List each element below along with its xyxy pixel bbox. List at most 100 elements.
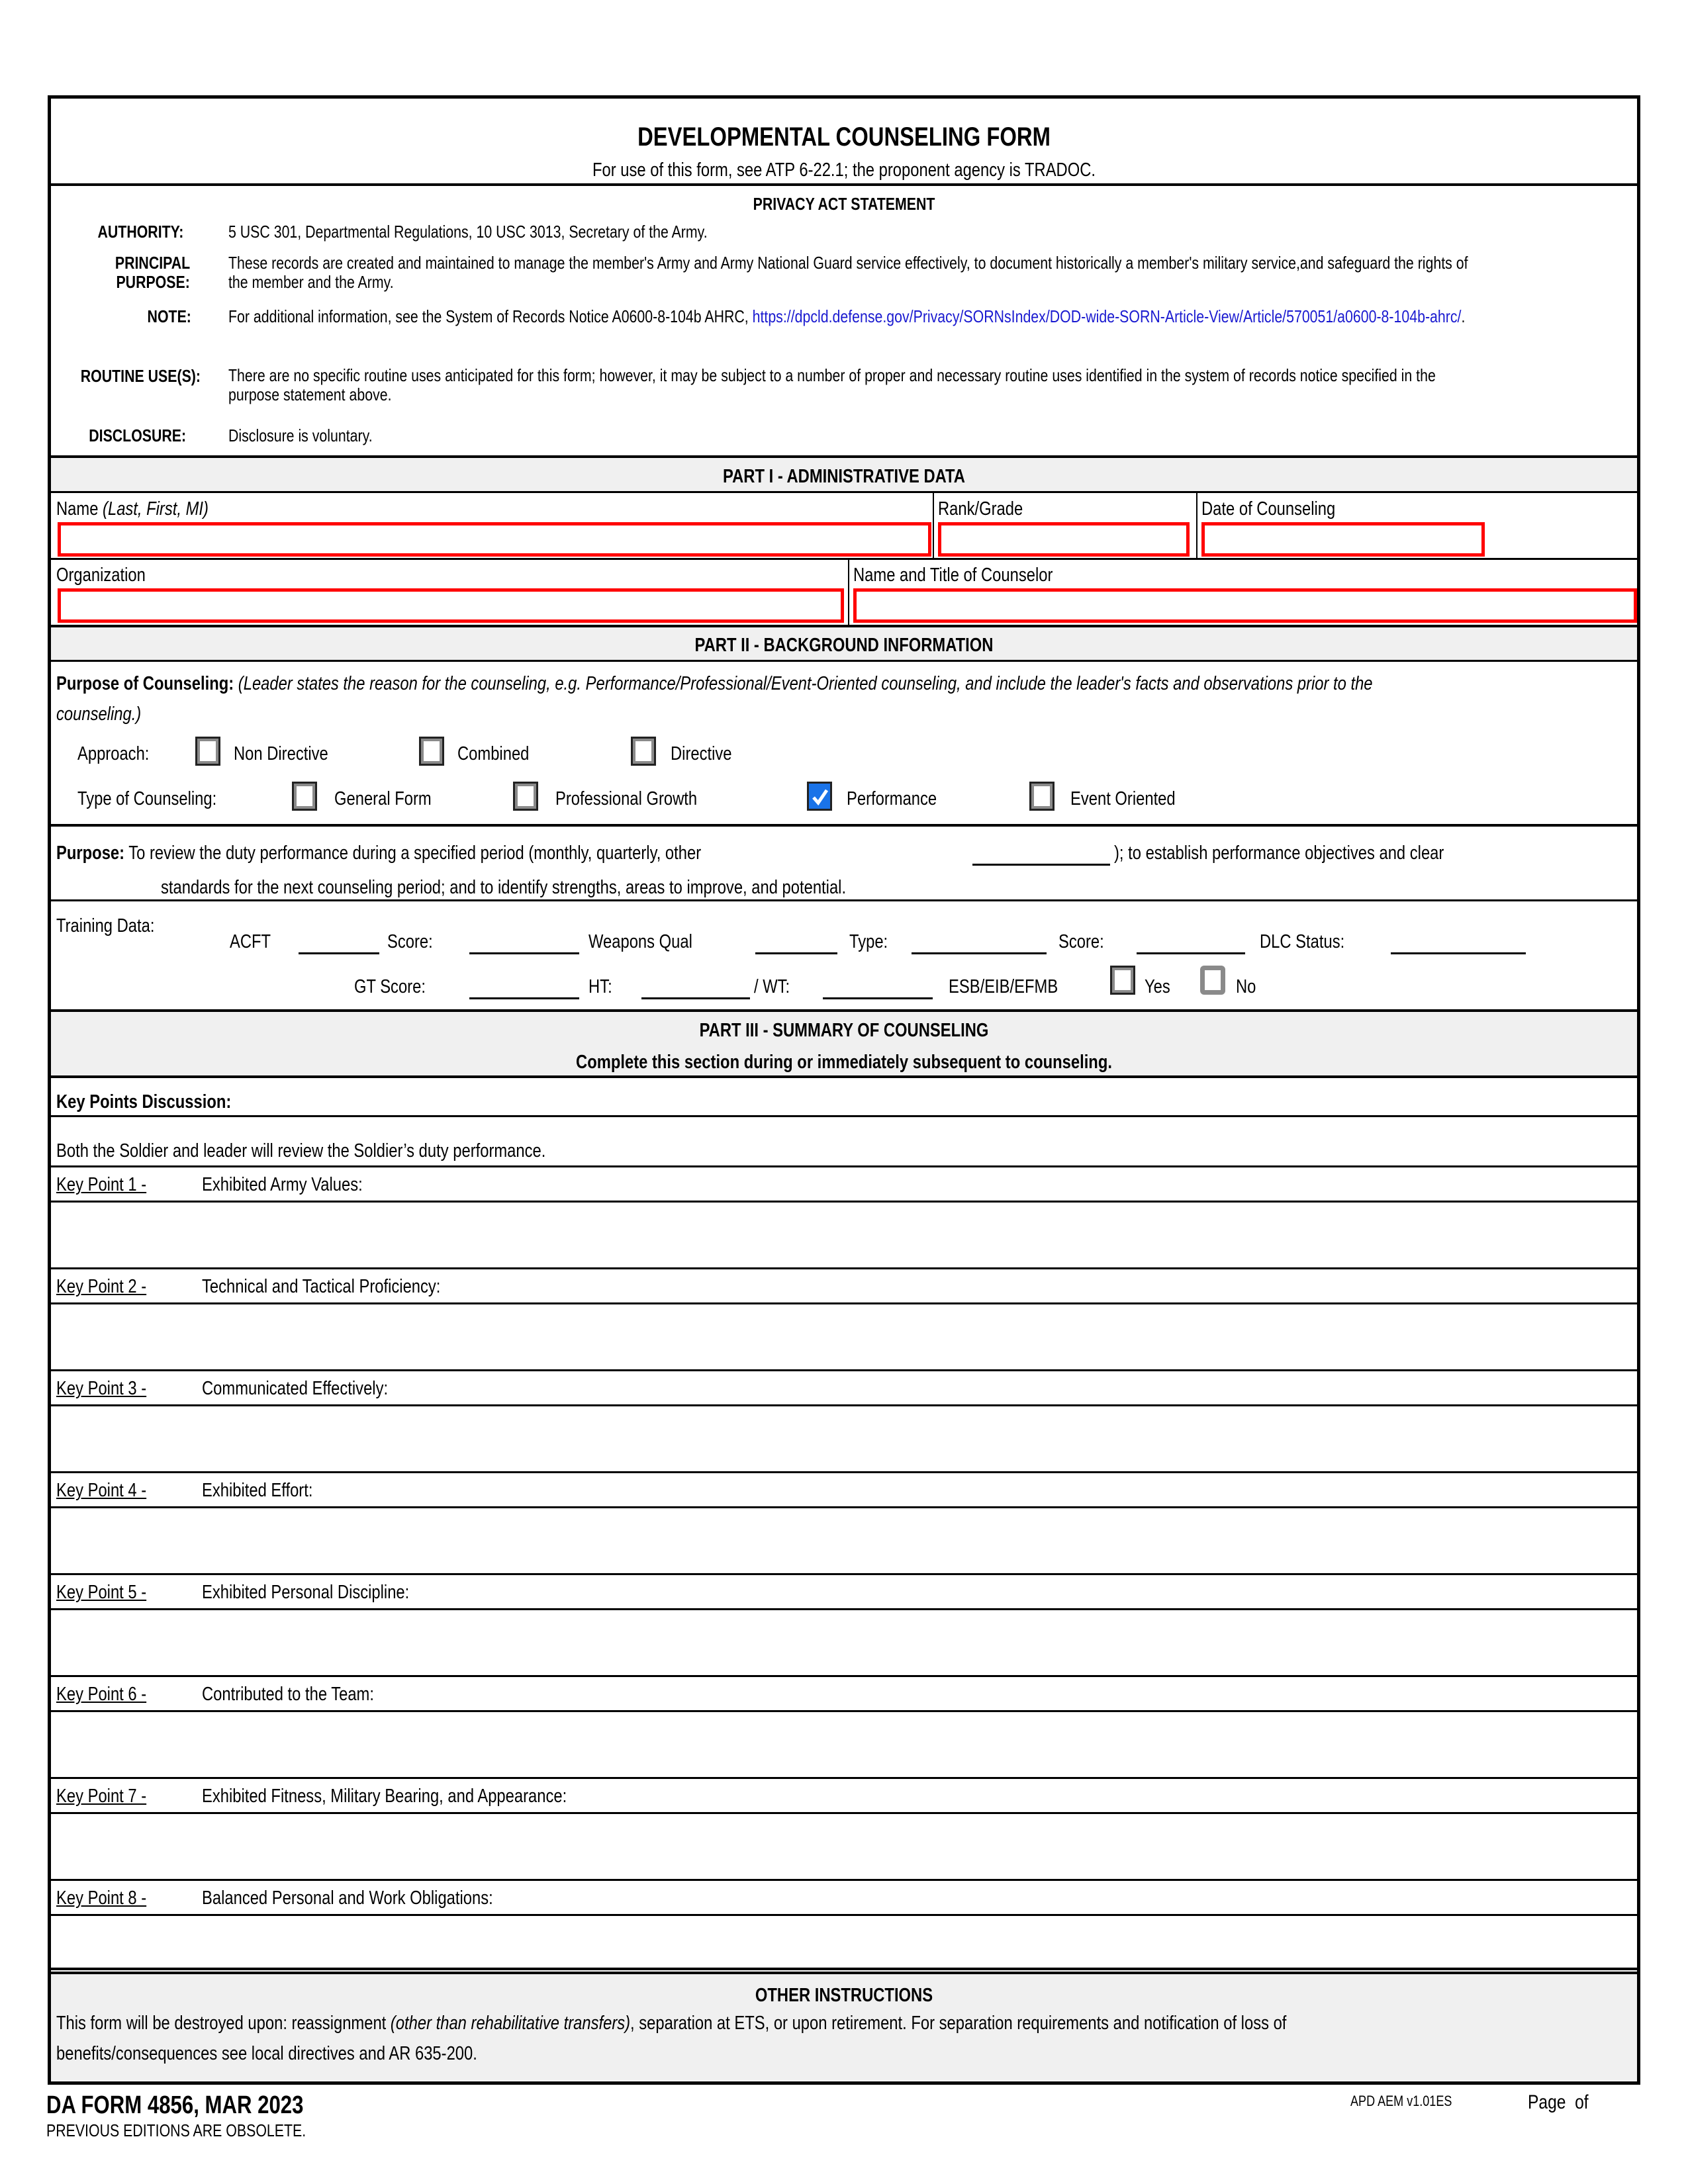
- version-label: APD AEM v1.01ES: [1350, 2093, 1452, 2109]
- rank-grade-input[interactable]: [938, 522, 1190, 557]
- dlc-status-input[interactable]: [1391, 952, 1526, 954]
- organization-label: Organization: [56, 565, 146, 586]
- esb-no-checkbox[interactable]: [1200, 966, 1225, 995]
- performance-checkbox[interactable]: [807, 782, 832, 811]
- divider: [848, 560, 849, 625]
- divider: [51, 558, 1637, 560]
- key-points-discussion-label: Key Points Discussion:: [56, 1091, 232, 1113]
- key-point-input[interactable]: [51, 1508, 1637, 1573]
- divider: [51, 899, 1637, 901]
- weight-label: / WT:: [754, 976, 790, 997]
- key-point-input[interactable]: [51, 1203, 1637, 1267]
- training-data-label: Training Data:: [56, 915, 155, 936]
- divider: [51, 1471, 1637, 1473]
- event-oriented-checkbox[interactable]: [1029, 782, 1055, 811]
- dlc-status-label: DLC Status:: [1260, 931, 1345, 952]
- note-label: NOTE:: [147, 306, 191, 326]
- part3-subheading: Complete this section during or immediat…: [576, 1052, 1112, 1073]
- key-point-input[interactable]: [51, 1712, 1637, 1777]
- esb-no-label: No: [1236, 976, 1256, 997]
- combined-checkbox[interactable]: [419, 737, 444, 766]
- key-point-title: Contributed to the Team:: [202, 1684, 374, 1705]
- divider: [51, 1115, 1637, 1117]
- acft-label: ACFT: [230, 931, 271, 952]
- key-point-number: Key Point 2 -: [56, 1276, 147, 1297]
- key-point-title: Exhibited Personal Discipline:: [202, 1582, 410, 1603]
- divider: [51, 1267, 1637, 1269]
- rank-label: Rank/Grade: [938, 498, 1023, 520]
- key-point-title: Technical and Tactical Proficiency:: [202, 1276, 441, 1297]
- divider: [51, 1075, 1637, 1078]
- divider: [51, 1165, 1637, 1167]
- key-point-input[interactable]: [51, 1814, 1637, 1879]
- key-point-title: Exhibited Effort:: [202, 1480, 313, 1501]
- key-point-number: Key Point 5 -: [56, 1582, 147, 1603]
- authority-label: AUTHORITY:: [97, 222, 183, 242]
- combined-label: Combined: [457, 743, 530, 764]
- checkmark-icon: [812, 789, 829, 806]
- purpose-hint-cont: counseling.): [56, 704, 142, 725]
- non-directive-checkbox[interactable]: [195, 737, 220, 766]
- key-point-input[interactable]: [51, 1406, 1637, 1471]
- approach-label: Approach:: [77, 743, 150, 764]
- divider: [51, 1879, 1637, 1881]
- note-text: For additional information, see the Syst…: [228, 306, 1466, 326]
- counselor-input[interactable]: [853, 588, 1637, 623]
- event-oriented-label: Event Oriented: [1070, 788, 1176, 809]
- key-point-title: Exhibited Fitness, Military Bearing, and…: [202, 1786, 567, 1807]
- other-period-input[interactable]: [972, 864, 1110, 866]
- date-label: Date of Counseling: [1201, 498, 1336, 520]
- divider: [51, 1369, 1637, 1371]
- weapons-type-input[interactable]: [912, 952, 1047, 954]
- date-of-counseling-input[interactable]: [1201, 522, 1485, 557]
- name-label: Name (Last, First, MI): [56, 498, 209, 520]
- weapons-qual-input[interactable]: [755, 952, 837, 954]
- privacy-heading: PRIVACY ACT STATEMENT: [753, 194, 935, 214]
- obsolete-notice: PREVIOUS EDITIONS ARE OBSOLETE.: [46, 2120, 306, 2140]
- part3-heading: PART III - SUMMARY OF COUNSELING: [699, 1020, 989, 1041]
- purpose-statement: Purpose: To review the duty performance …: [56, 842, 702, 864]
- page-number: Page of: [1528, 2091, 1589, 2113]
- divider: [51, 1777, 1637, 1779]
- general-form-checkbox[interactable]: [292, 782, 317, 811]
- acft-input[interactable]: [299, 952, 379, 954]
- divider: [933, 491, 934, 559]
- part1-heading: PART I - ADMINISTRATIVE DATA: [723, 466, 965, 487]
- weapons-score-input[interactable]: [1137, 952, 1245, 954]
- key-point-input[interactable]: [51, 1304, 1637, 1369]
- divider: [51, 824, 1637, 827]
- purpose-statement-cont: ); to establish performance objectives a…: [1114, 842, 1444, 864]
- divider: [1196, 491, 1197, 559]
- directive-checkbox[interactable]: [631, 737, 656, 766]
- weapons-score-label: Score:: [1058, 931, 1104, 952]
- sorn-link[interactable]: https://dpcld.defense.gov/Privacy/SORNsI…: [753, 306, 1462, 326]
- key-point-title: Balanced Personal and Work Obligations:: [202, 1888, 493, 1909]
- divider: [51, 1675, 1637, 1677]
- esb-yes-checkbox[interactable]: [1110, 966, 1135, 995]
- gt-score-label: GT Score:: [354, 976, 426, 997]
- disclosure-label: DISCLOSURE:: [89, 426, 186, 445]
- type-of-counseling-label: Type of Counseling:: [77, 788, 217, 809]
- divider: [51, 1573, 1637, 1575]
- form-title: DEVELOPMENTAL COUNSELING FORM: [637, 122, 1051, 152]
- disclosure-text: Disclosure is voluntary.: [228, 426, 373, 445]
- weapons-type-label: Type:: [849, 931, 888, 952]
- divider: [51, 1968, 1637, 1970]
- esb-yes-label: Yes: [1145, 976, 1170, 997]
- height-input[interactable]: [641, 997, 750, 999]
- other-instructions-heading: OTHER INSTRUCTIONS: [755, 1985, 933, 2006]
- form-id: DA FORM 4856, MAR 2023: [46, 2091, 304, 2119]
- gt-score-input[interactable]: [469, 997, 579, 999]
- professional-growth-checkbox[interactable]: [513, 782, 538, 811]
- height-label: HT:: [588, 976, 612, 997]
- key-point-number: Key Point 3 -: [56, 1378, 147, 1399]
- part2-heading: PART II - BACKGROUND INFORMATION: [694, 635, 994, 656]
- organization-input[interactable]: [58, 588, 844, 623]
- divider: [51, 660, 1637, 662]
- name-input[interactable]: [58, 522, 931, 557]
- key-point-input[interactable]: [51, 1610, 1637, 1675]
- acft-score-input[interactable]: [469, 952, 579, 954]
- directive-label: Directive: [671, 743, 732, 764]
- weight-input[interactable]: [823, 997, 933, 999]
- routine-label: ROUTINE USE(S):: [80, 366, 201, 386]
